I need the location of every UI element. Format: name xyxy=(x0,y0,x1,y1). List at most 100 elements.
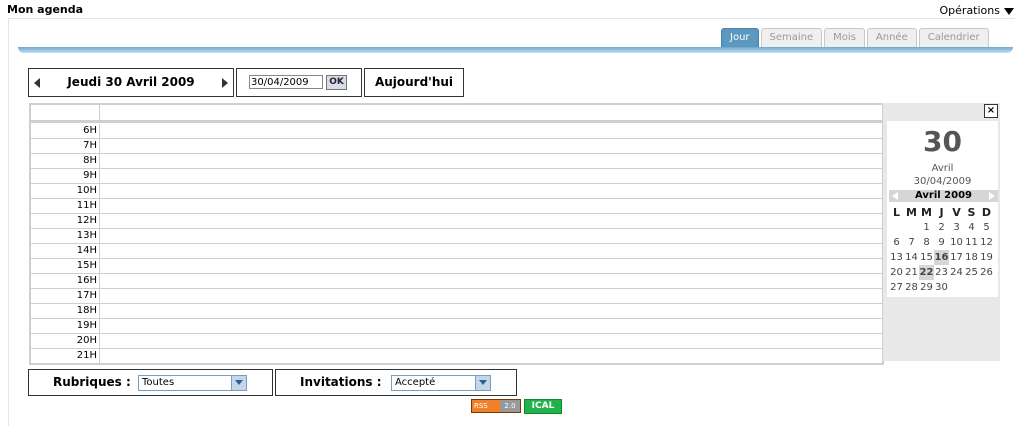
calendar-day[interactable]: 24 xyxy=(949,265,964,280)
hour-separator xyxy=(99,274,100,289)
hour-separator xyxy=(99,259,100,274)
tab-annee[interactable]: Année xyxy=(866,28,917,47)
weekday-header: M xyxy=(906,206,917,219)
month-header: Avril 2009 xyxy=(889,190,998,202)
calendar-empty xyxy=(949,280,964,295)
calendar-day[interactable]: 8 xyxy=(919,235,934,250)
tab-calendrier[interactable]: Calendrier xyxy=(918,28,989,47)
hour-row[interactable]: 10H xyxy=(31,184,882,199)
calendar-day[interactable]: 15 xyxy=(919,250,934,265)
calendar-day[interactable]: 25 xyxy=(964,265,979,280)
view-tabs: Jour Semaine Mois Année Calendrier xyxy=(721,28,989,48)
operations-label: Opérations xyxy=(939,4,1000,17)
calendar-day[interactable]: 26 xyxy=(979,265,994,280)
tab-semaine[interactable]: Semaine xyxy=(760,28,823,47)
rubriques-label: Rubriques : xyxy=(53,375,131,389)
calendar-day[interactable]: 6 xyxy=(889,235,904,250)
hour-label: 17H xyxy=(76,290,97,301)
app-title: Mon agenda xyxy=(7,3,84,16)
calendar-day[interactable]: 1 xyxy=(919,220,934,235)
week-row: 13 14 15 16 17 18 19 xyxy=(889,250,994,265)
hour-separator xyxy=(99,319,100,334)
hour-label: 21H xyxy=(76,350,97,361)
calendar-day[interactable]: 11 xyxy=(964,235,979,250)
weekday-header-row: LMMJVSD xyxy=(889,205,994,220)
calendar-day[interactable]: 16 xyxy=(934,250,949,265)
rss-text: RSS xyxy=(474,402,488,410)
invitations-value: Accepté xyxy=(395,377,436,388)
tab-jour[interactable]: Jour xyxy=(721,28,759,47)
hour-label: 8H xyxy=(83,155,97,166)
hour-separator xyxy=(99,349,100,364)
mini-calendar-panel: × 30 Avril 30/04/2009 Avril 2009 LMMJVSD… xyxy=(883,103,1000,361)
calendar-empty xyxy=(904,220,919,235)
weekday-header: J xyxy=(939,206,944,219)
calendar-day[interactable]: 30 xyxy=(934,280,949,295)
calendar-day[interactable]: 18 xyxy=(964,250,979,265)
weekday-header: M xyxy=(921,206,932,219)
hour-row[interactable]: 20H xyxy=(31,334,882,349)
calendar-day[interactable]: 22 xyxy=(919,265,934,280)
hour-label: 12H xyxy=(76,215,97,226)
close-button[interactable]: × xyxy=(984,104,998,118)
hour-row[interactable]: 13H xyxy=(31,229,882,244)
calendar-day[interactable]: 9 xyxy=(934,235,949,250)
hour-row[interactable]: 6H xyxy=(31,124,882,139)
hour-label: 9H xyxy=(83,170,97,181)
calendar-day[interactable]: 29 xyxy=(919,280,934,295)
calendar-day[interactable]: 12 xyxy=(979,235,994,250)
calendar-day[interactable]: 27 xyxy=(889,280,904,295)
calendar-day[interactable]: 13 xyxy=(889,250,904,265)
hour-label: 6H xyxy=(83,125,97,136)
calendar-day[interactable]: 7 xyxy=(904,235,919,250)
rss-badge[interactable]: RSS 2.0 xyxy=(471,399,521,413)
month-title: Avril 2009 xyxy=(914,190,972,201)
calendar-day[interactable]: 5 xyxy=(979,220,994,235)
rubriques-select[interactable]: Toutes xyxy=(138,375,247,391)
hour-row[interactable]: 17H xyxy=(31,289,882,304)
hour-row[interactable]: 11H xyxy=(31,199,882,214)
calendar-day[interactable]: 23 xyxy=(934,265,949,280)
calendar-day[interactable]: 21 xyxy=(904,265,919,280)
hour-row[interactable]: 18H xyxy=(31,304,882,319)
calendar-day[interactable]: 28 xyxy=(904,280,919,295)
calendar-day[interactable]: 17 xyxy=(949,250,964,265)
grid-header xyxy=(31,105,882,123)
hour-label: 19H xyxy=(76,320,97,331)
hour-label: 20H xyxy=(76,335,97,346)
hour-row[interactable]: 12H xyxy=(31,214,882,229)
next-month-icon[interactable] xyxy=(989,192,995,200)
next-day-icon[interactable] xyxy=(222,78,228,88)
hour-row[interactable]: 8H xyxy=(31,154,882,169)
hour-separator xyxy=(99,169,100,184)
hour-label: 10H xyxy=(76,185,97,196)
today-button[interactable]: Aujourd'hui xyxy=(364,68,464,97)
tab-mois[interactable]: Mois xyxy=(824,28,865,47)
calendar-day[interactable]: 4 xyxy=(964,220,979,235)
calendar-day[interactable]: 19 xyxy=(979,250,994,265)
hour-row[interactable]: 9H xyxy=(31,169,882,184)
hour-separator xyxy=(99,229,100,244)
calendar-day[interactable]: 20 xyxy=(889,265,904,280)
hour-row[interactable]: 19H xyxy=(31,319,882,334)
month-grid-body: 1 2 3 4 5 6 7 8 9 10 11 12 13 14 15 16 17 18 19 20 21 22 23 24 2… xyxy=(889,220,994,295)
calendar-day[interactable]: 3 xyxy=(949,220,964,235)
calendar-day[interactable]: 2 xyxy=(934,220,949,235)
operations-menu[interactable]: Opérations xyxy=(940,4,1014,17)
day-grid: 6H 7H 8H 9H 10H 11H 12H 13H 14H 15H 16H 17H 18H 19H 20… xyxy=(29,103,884,365)
calendar-day[interactable]: 10 xyxy=(949,235,964,250)
hour-row[interactable]: 15H xyxy=(31,259,882,274)
invitations-label: Invitations : xyxy=(300,375,382,389)
ok-button[interactable]: OK xyxy=(326,75,347,90)
ical-badge[interactable]: ICAL xyxy=(524,399,562,414)
calendar-day[interactable]: 14 xyxy=(904,250,919,265)
hour-row[interactable]: 7H xyxy=(31,139,882,154)
hour-row[interactable]: 21H xyxy=(31,349,882,364)
date-input[interactable] xyxy=(249,75,323,89)
hour-row[interactable]: 16H xyxy=(31,274,882,289)
hour-label: 13H xyxy=(76,230,97,241)
hour-row[interactable]: 14H xyxy=(31,244,882,259)
invitations-select[interactable]: Accepté xyxy=(391,375,491,391)
day-number: 30 xyxy=(923,125,962,158)
goto-date-box: OK xyxy=(236,68,362,97)
